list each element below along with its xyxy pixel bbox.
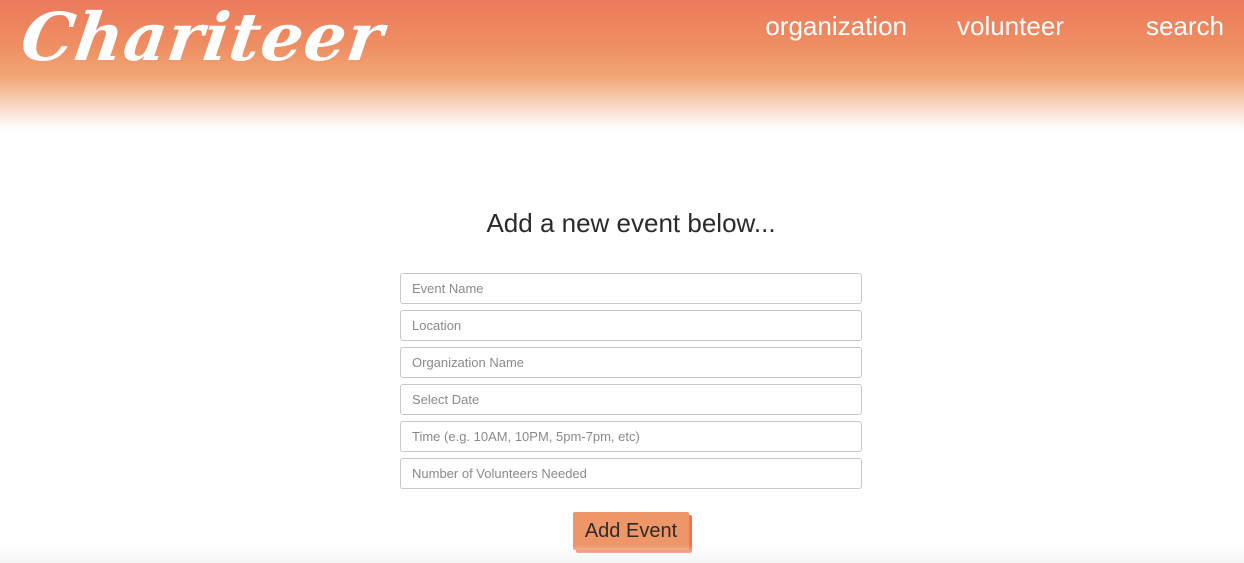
select-date-field[interactable] — [400, 384, 862, 415]
location-field[interactable] — [400, 310, 862, 341]
event-name-field[interactable] — [400, 273, 862, 304]
organization-name-field[interactable] — [400, 347, 862, 378]
volunteers-needed-field[interactable] — [400, 458, 862, 489]
bottom-fade — [0, 545, 1244, 563]
site-header: Chariteer organization volunteer search — [0, 0, 1244, 130]
nav-link-volunteer[interactable]: volunteer — [957, 10, 1064, 42]
chariteer-logo[interactable]: Chariteer — [16, 0, 389, 80]
main-nav: organization volunteer search — [765, 10, 1224, 42]
nav-link-search[interactable]: search — [1146, 10, 1224, 42]
nav-link-organization[interactable]: organization — [765, 10, 907, 42]
page-heading: Add a new event below... — [486, 208, 776, 238]
add-event-form — [400, 273, 862, 495]
time-field[interactable] — [400, 421, 862, 452]
